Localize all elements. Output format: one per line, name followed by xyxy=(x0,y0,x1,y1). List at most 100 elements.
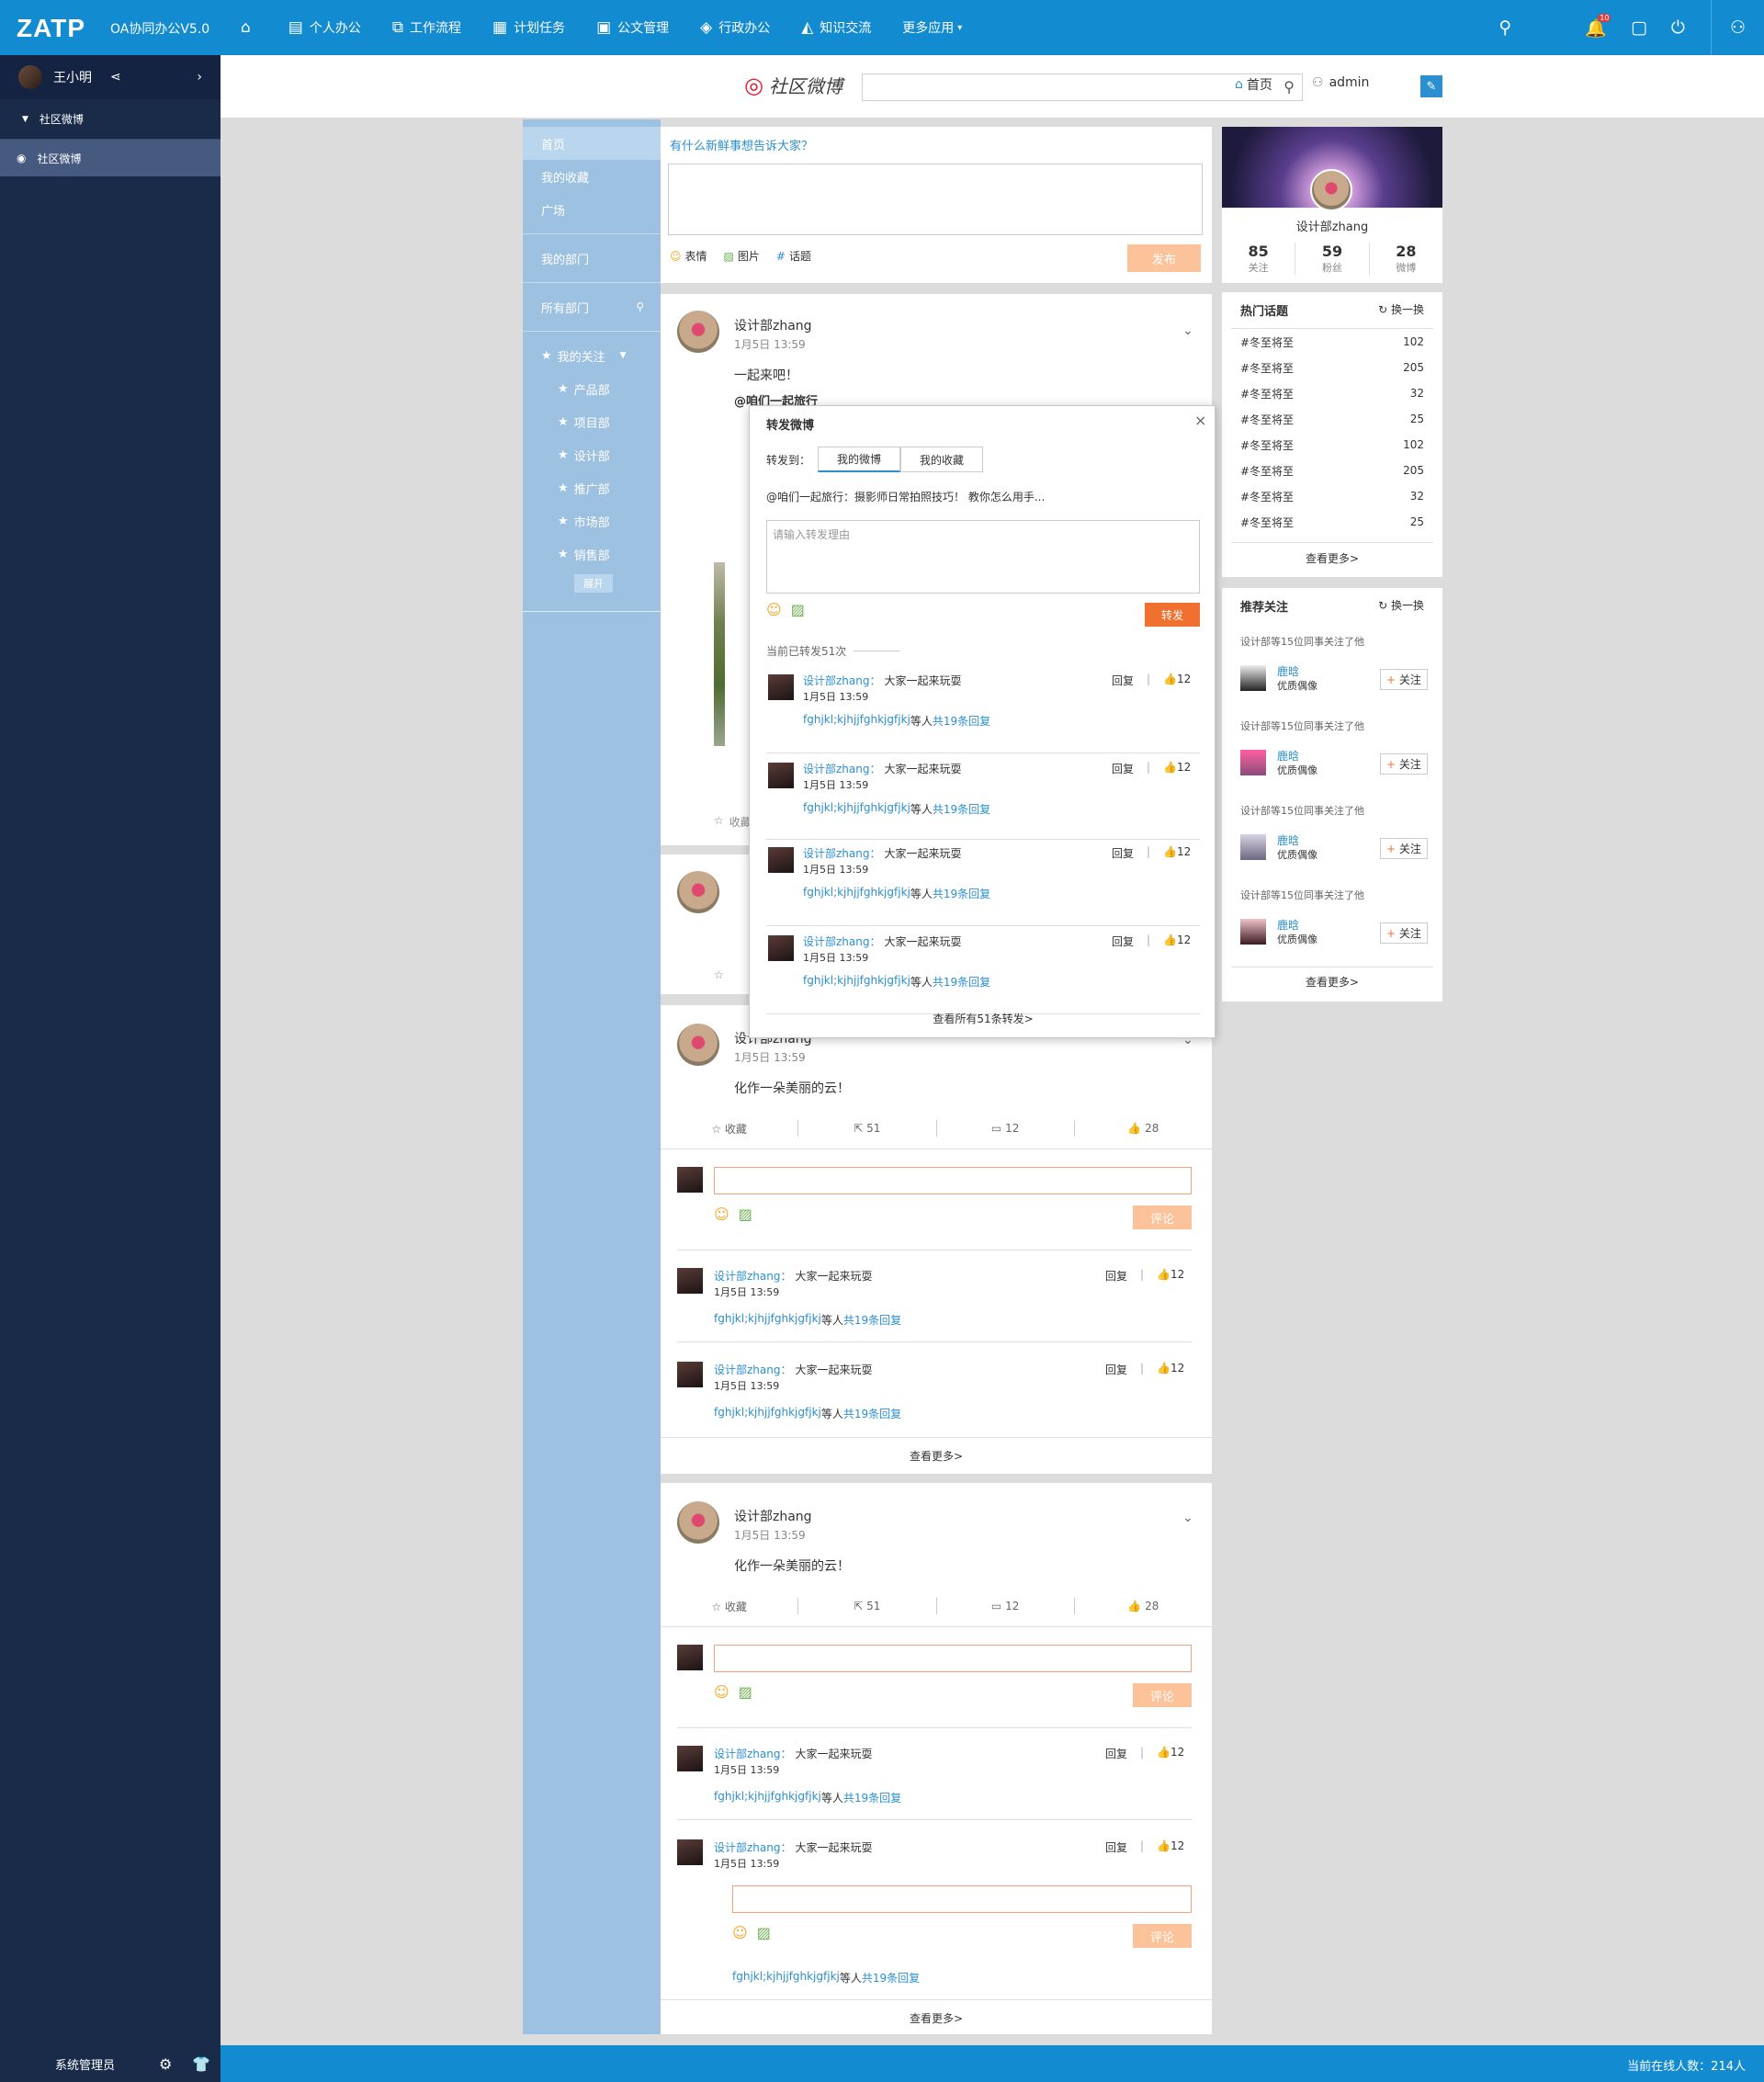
topic-row[interactable]: #冬至将至 205 xyxy=(1222,355,1442,380)
hashtag-icon[interactable]: # xyxy=(776,250,786,263)
recommend-name[interactable]: 鹿晗 xyxy=(1277,663,1299,679)
avatar[interactable] xyxy=(677,1024,719,1066)
nav-workflow[interactable]: ⧉ 工作流程 xyxy=(392,18,461,37)
reply-summary[interactable]: fghjkl;kjhjjfghkjgfjkj 等人 共19条回复 xyxy=(803,713,990,729)
comment-author[interactable]: 设计部zhang xyxy=(803,673,869,688)
avatar[interactable] xyxy=(677,1362,703,1387)
leftnav-dept-market[interactable]: ★ 市场部 xyxy=(523,504,661,537)
comment-author[interactable]: 设计部zhang xyxy=(803,845,869,861)
thumb-up-icon[interactable]: 👍 xyxy=(1163,934,1177,949)
avatar[interactable] xyxy=(1240,834,1266,860)
topic-label[interactable]: 话题 xyxy=(789,248,811,264)
comment-author[interactable]: 设计部zhang xyxy=(714,1839,780,1855)
reply-button[interactable]: 回复 xyxy=(1105,1268,1127,1284)
avatar[interactable] xyxy=(677,1501,719,1544)
thumb-up-icon[interactable]: 👍 xyxy=(1163,761,1177,776)
nav-personal[interactable]: ▤ 个人办公 xyxy=(288,18,361,37)
emoji-icon[interactable]: ☺ xyxy=(670,250,682,263)
fav-action[interactable]: ☆ 收藏 xyxy=(661,1121,797,1137)
nav-home[interactable]: ⌂ xyxy=(241,19,257,36)
post-author[interactable]: 设计部zhang xyxy=(734,316,812,334)
recommend-name[interactable]: 鹿晗 xyxy=(1277,832,1299,848)
avatar[interactable] xyxy=(1310,169,1352,211)
composer-textarea[interactable] xyxy=(668,164,1203,235)
topic-row[interactable]: #冬至将至 205 xyxy=(1222,458,1442,483)
reply-button[interactable]: 回复 xyxy=(1112,934,1134,949)
calendar-icon[interactable]: ▢ xyxy=(1631,17,1647,38)
leftnav-dept-product[interactable]: ★ 产品部 xyxy=(523,372,661,405)
comment-action[interactable]: ▭ 12 xyxy=(937,1600,1074,1612)
leftnav-square[interactable]: 广场 xyxy=(523,193,661,226)
avatar[interactable] xyxy=(677,311,719,353)
comment-submit-button[interactable]: 评论 xyxy=(1133,1205,1192,1229)
leftnav-my-dept[interactable]: 我的部门 xyxy=(523,242,661,275)
thumb-up-icon[interactable]: 👍 xyxy=(1157,1362,1170,1377)
reply-button[interactable]: 回复 xyxy=(1112,761,1134,776)
emoji-icon[interactable]: ☺ xyxy=(714,1683,729,1701)
nav-more[interactable]: 更多应用 ▾ xyxy=(902,18,962,37)
avatar[interactable] xyxy=(1240,919,1266,945)
reply-summary[interactable]: fghjkl;kjhjjfghkjgfjkj 等人 共19条回复 xyxy=(714,1312,901,1328)
comment-author[interactable]: 设计部zhang xyxy=(714,1268,780,1284)
close-icon[interactable]: × xyxy=(1194,412,1206,429)
reply-summary[interactable]: fghjkl;kjhjjfghkjgfjkj 等人 共19条回复 xyxy=(803,974,990,990)
comment-author[interactable]: 设计部zhang xyxy=(803,761,869,776)
avatar[interactable] xyxy=(768,935,794,961)
thumb-up-icon[interactable]: 👍 xyxy=(1157,1746,1170,1761)
stat-posts[interactable]: 28 微博 xyxy=(1370,243,1442,275)
leftnav-favorites[interactable]: 我的收藏 xyxy=(523,160,661,193)
avatar[interactable] xyxy=(1240,750,1266,775)
avatar[interactable] xyxy=(768,674,794,700)
reply-button[interactable]: 回复 xyxy=(1105,1362,1127,1377)
gear-icon[interactable]: ⚙ xyxy=(159,2055,172,2073)
emoji-icon[interactable]: ☺ xyxy=(766,601,782,618)
reply-button[interactable]: 回复 xyxy=(1105,1839,1127,1855)
shirt-icon[interactable]: 👕 xyxy=(192,2055,210,2073)
expand-button[interactable]: 展开 xyxy=(574,574,613,593)
nav-plan[interactable]: ▦ 计划任务 xyxy=(492,18,565,37)
topic-row[interactable]: #冬至将至 25 xyxy=(1222,509,1442,535)
stat-followers[interactable]: 59 粉丝 xyxy=(1295,243,1370,275)
share-action[interactable]: ⇱ 51 xyxy=(798,1122,935,1135)
topic-row[interactable]: #冬至将至 102 xyxy=(1222,432,1442,458)
nav-knowledge[interactable]: ◭ 知识交流 xyxy=(801,18,871,37)
follow-button[interactable]: + 关注 xyxy=(1380,753,1428,775)
leftnav-dept-promo[interactable]: ★ 推广部 xyxy=(523,471,661,504)
edit-icon[interactable]: ✎ xyxy=(1420,75,1442,97)
avatar[interactable] xyxy=(677,1746,703,1771)
repost-button[interactable]: 转发 xyxy=(1145,603,1200,627)
post-image-strip[interactable] xyxy=(714,562,725,746)
stat-following[interactable]: 85 关注 xyxy=(1222,243,1296,275)
view-more-link[interactable]: 查看更多> xyxy=(1222,543,1442,566)
view-more-link[interactable]: 查看更多> xyxy=(1222,974,1442,990)
view-more-link[interactable]: 查看更多> xyxy=(661,2010,1212,2026)
chevron-down-icon[interactable]: ⌄ xyxy=(1182,1511,1193,1525)
thumb-up-icon[interactable]: 👍 xyxy=(1163,673,1177,688)
post-author[interactable]: 设计部zhang xyxy=(734,1507,812,1525)
image-icon[interactable]: ▨ xyxy=(724,250,734,263)
search-icon[interactable]: ⚲ xyxy=(1498,17,1511,38)
leftnav-dept-project[interactable]: ★ 项目部 xyxy=(523,405,661,438)
image-label[interactable]: 图片 xyxy=(738,248,760,264)
header-home-link[interactable]: ⌂ 首页 xyxy=(1235,75,1272,94)
like-action[interactable]: 👍 28 xyxy=(1075,1600,1212,1612)
profile-name[interactable]: 设计部zhang xyxy=(1222,217,1442,234)
search-icon[interactable]: ⚲ xyxy=(1283,78,1295,96)
reply-button[interactable]: 回复 xyxy=(1105,1746,1127,1761)
avatar[interactable] xyxy=(677,1268,703,1294)
comment-submit-button[interactable]: 评论 xyxy=(1133,1683,1192,1707)
share-action[interactable]: ⇱ 51 xyxy=(798,1600,935,1612)
thumb-up-icon[interactable]: 👍 xyxy=(1157,1839,1170,1855)
view-all-reposts-link[interactable]: 查看所有51条转发> xyxy=(750,1011,1216,1026)
comment-author[interactable]: 设计部zhang xyxy=(714,1362,780,1377)
like-action[interactable]: 👍 28 xyxy=(1075,1122,1212,1135)
emoji-icon[interactable]: ☺ xyxy=(732,1924,748,1941)
recommend-name[interactable]: 鹿晗 xyxy=(1277,917,1299,933)
refresh-link[interactable]: ↻ 换一换 xyxy=(1378,301,1424,319)
avatar[interactable] xyxy=(1240,665,1266,691)
fav-action[interactable]: ☆ 收藏 xyxy=(714,814,752,830)
thumb-up-icon[interactable]: 👍 xyxy=(1157,1268,1170,1284)
reply-summary[interactable]: fghjkl;kjhjjfghkjgfjkj 等人 共19条回复 xyxy=(803,886,990,901)
follow-button[interactable]: + 关注 xyxy=(1380,669,1428,690)
thumb-up-icon[interactable]: 👍 xyxy=(1163,845,1177,861)
